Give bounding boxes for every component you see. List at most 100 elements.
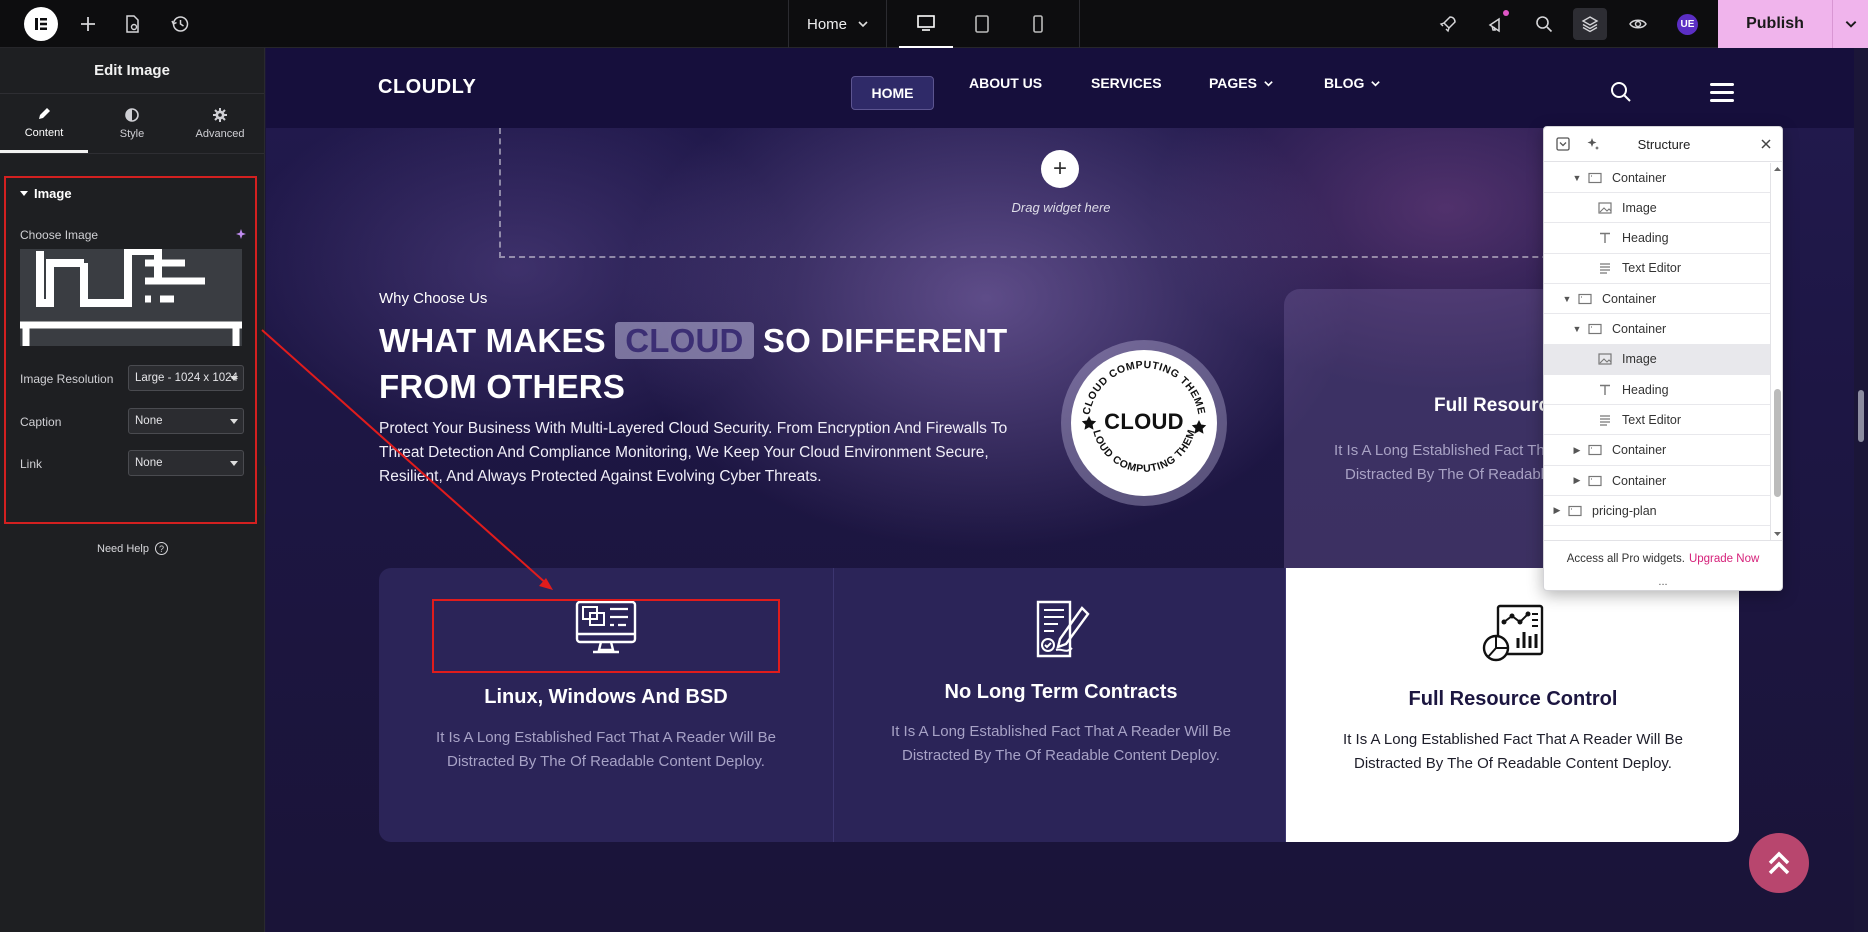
elementor-logo-icon[interactable] <box>24 7 58 41</box>
structure-item[interactable]: ▶ pricing-plan <box>1544 496 1770 527</box>
structure-item[interactable]: ▼ Container <box>1544 315 1770 345</box>
svg-text:CLOUD COMPUTING THEME: CLOUD COMPUTING THEME <box>1081 359 1208 416</box>
heading-part-1: WHAT MAKES <box>379 322 616 359</box>
choose-image-label: Choose Image <box>20 228 99 242</box>
caption-select[interactable]: None <box>128 408 244 434</box>
link-select[interactable]: None <box>128 450 244 476</box>
nav-blog[interactable]: BLOG <box>1324 75 1381 91</box>
rocket-icon[interactable] <box>1436 12 1460 36</box>
structure-item[interactable]: Text Editor <box>1544 405 1770 436</box>
structure-item[interactable]: Heading <box>1544 224 1770 254</box>
scroll-down-icon[interactable] <box>1771 530 1784 538</box>
tab-style-label: Style <box>119 128 145 140</box>
tab-content[interactable]: Content <box>0 94 88 153</box>
structure-tree: ▼ Container Image Heading Text Editor ▼ Contai… <box>1544 163 1770 540</box>
nav-about[interactable]: ABOUT US <box>969 75 1042 91</box>
close-icon[interactable] <box>1760 138 1772 150</box>
expand-right-icon[interactable]: ▶ <box>1572 445 1582 456</box>
expand-down-icon[interactable]: ▼ <box>1572 173 1582 183</box>
section-heading: WHAT MAKES CLOUD SO DIFFERENT FROM OTHER… <box>379 318 1059 410</box>
dropdown-caret-icon <box>230 376 238 381</box>
search-icon[interactable] <box>1532 12 1556 36</box>
rotating-badge: CLOUD CLOUD COMPUTING THEME CLOUD COMPUT… <box>1061 340 1227 506</box>
structure-item[interactable]: ▼ Container <box>1544 163 1770 193</box>
feature-card-title: No Long Term Contracts <box>944 681 1178 703</box>
site-brand[interactable]: CLOUDLY <box>378 76 476 99</box>
image-section-toggle[interactable]: Image <box>20 186 72 201</box>
nav-pages-label: PAGES <box>1209 75 1257 91</box>
add-widget-icon[interactable]: + <box>1041 150 1079 188</box>
structure-item[interactable]: Heading <box>1544 375 1770 406</box>
expand-down-icon[interactable]: ▼ <box>1572 324 1582 334</box>
tablet-icon[interactable] <box>955 0 1009 48</box>
structure-item[interactable]: Image <box>1544 193 1770 224</box>
structure-panel: Structure ▼ Container Image Heading Text Edi… <box>1543 126 1783 591</box>
feature-card-desc: It Is A Long Established Fact That A Rea… <box>891 723 1231 764</box>
tab-style[interactable]: Style <box>88 94 176 153</box>
structure-icon[interactable] <box>1578 12 1602 36</box>
canvas-scrollbar-thumb[interactable] <box>1858 390 1864 442</box>
nav-pages[interactable]: PAGES <box>1209 75 1274 91</box>
structure-item-label: Container <box>1612 473 1667 488</box>
tab-advanced[interactable]: Advanced <box>176 94 264 153</box>
upgrade-now-link[interactable]: Upgrade Now <box>1689 553 1759 565</box>
dropdown-caret-icon <box>230 419 238 424</box>
structure-item-label: Heading <box>1622 382 1669 397</box>
editor-panel: Edit Image Content Style Advanced Image … <box>0 48 265 932</box>
structure-scrollbar-thumb[interactable] <box>1774 389 1781 497</box>
page-settings-icon[interactable] <box>120 12 144 36</box>
preview-icon[interactable] <box>1626 12 1650 36</box>
avatar[interactable]: UE <box>1677 14 1698 35</box>
hamburger-menu-icon[interactable] <box>1710 83 1734 103</box>
desktop-icon[interactable] <box>899 0 953 48</box>
add-icon[interactable] <box>76 12 100 36</box>
nav-home[interactable]: HOME <box>851 76 934 110</box>
image-preview[interactable] <box>20 249 242 346</box>
structure-item[interactable]: ▶ Container <box>1544 466 1770 496</box>
expand-right-icon[interactable]: ▶ <box>1572 475 1582 486</box>
publish-options-button[interactable] <box>1832 0 1868 48</box>
search-icon[interactable] <box>1610 81 1632 103</box>
dropdown-caret-icon <box>230 461 238 466</box>
structure-item-label: Image <box>1622 200 1657 215</box>
structure-item-label: pricing-plan <box>1592 503 1657 518</box>
structure-item[interactable]: ▼ Container <box>1544 284 1770 315</box>
feature-card-2[interactable]: No Long Term Contracts It Is A Long Esta… <box>833 568 1287 842</box>
chevron-down-icon <box>1371 80 1381 87</box>
feature-card-title: Linux, Windows And BSD <box>484 686 728 708</box>
need-help-link[interactable]: Need Help ? <box>0 542 265 555</box>
structure-item-label: Container <box>1602 291 1657 306</box>
canvas-scrollbar[interactable] <box>1854 48 1868 932</box>
structure-scrollbar[interactable] <box>1770 163 1783 540</box>
heading-icon <box>1600 384 1610 395</box>
page-selector[interactable]: Home <box>789 0 887 48</box>
tab-advanced-label: Advanced <box>195 128 245 140</box>
structure-item[interactable]: Text Editor <box>1544 254 1770 284</box>
drop-zone-text: Drag widget here <box>1011 200 1111 215</box>
image-resolution-select[interactable]: Large - 1024 x 1024 <box>128 365 244 391</box>
expand-down-icon[interactable]: ▼ <box>1562 294 1572 304</box>
structure-item[interactable]: ▶ Container <box>1544 436 1770 466</box>
scroll-to-top-button[interactable] <box>1749 833 1809 893</box>
mobile-icon[interactable] <box>1011 0 1065 48</box>
container-icon <box>1588 475 1602 486</box>
scroll-up-icon[interactable] <box>1771 165 1784 173</box>
container-icon <box>1588 172 1602 183</box>
publish-button[interactable]: Publish <box>1718 0 1832 48</box>
history-icon[interactable] <box>168 12 192 36</box>
ai-sparkle-icon[interactable] <box>234 228 248 242</box>
structure-resize-handle[interactable]: ... <box>1544 576 1782 588</box>
notification-dot <box>1503 10 1509 16</box>
expand-right-icon[interactable]: ▶ <box>1552 505 1562 516</box>
image-resolution-value: Large - 1024 x 1024 <box>135 372 238 384</box>
feature-card-3[interactable]: Full Resource Control It Is A Long Estab… <box>1285 568 1739 842</box>
caption-value: None <box>135 415 163 427</box>
section-eyebrow: Why Choose Us <box>379 290 488 307</box>
nav-services[interactable]: SERVICES <box>1091 75 1162 91</box>
container-icon <box>1588 445 1602 456</box>
selected-widget-outline[interactable] <box>432 599 780 673</box>
pencil-icon <box>39 107 50 119</box>
structure-item[interactable]: Image <box>1544 344 1770 375</box>
chevron-down-icon <box>858 21 868 28</box>
pro-widgets-text: Access all Pro widgets. <box>1566 552 1685 565</box>
